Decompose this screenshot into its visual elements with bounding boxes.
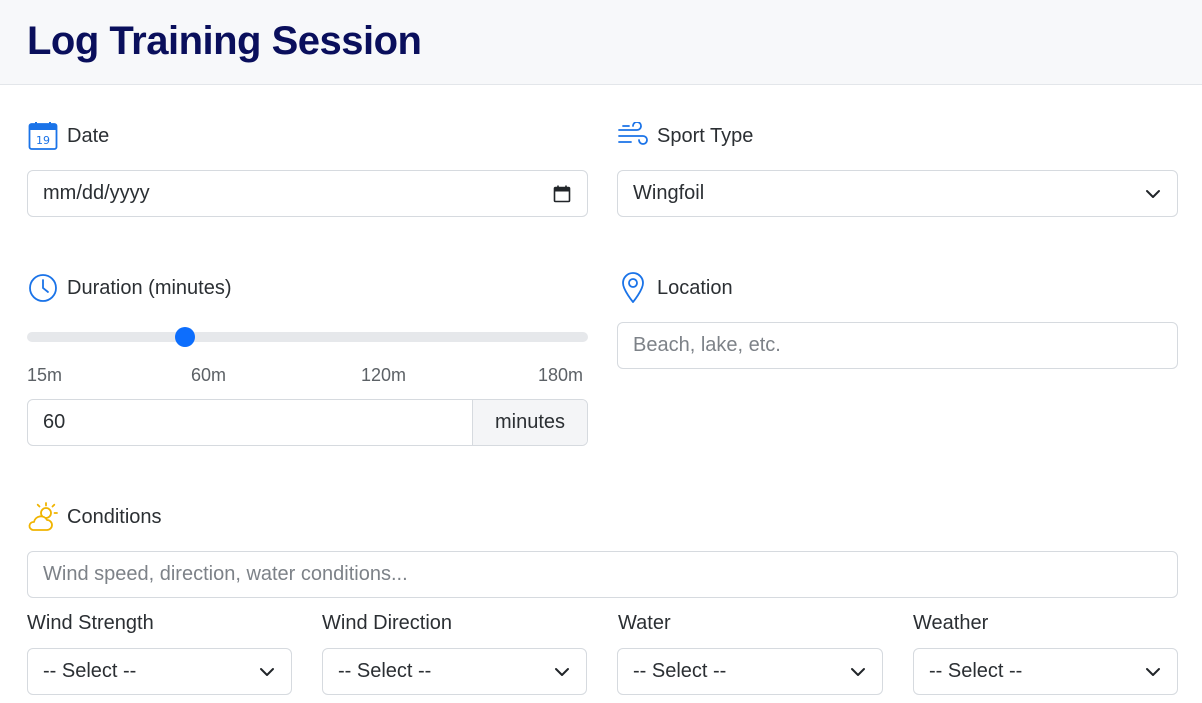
wind-direction-value: -- Select -- <box>338 660 432 682</box>
wind-strength-select[interactable]: -- Select -- <box>27 648 292 695</box>
water-select[interactable]: -- Select -- <box>617 648 883 695</box>
location-input[interactable]: Beach, lake, etc. <box>617 322 1178 369</box>
map-pin-icon <box>617 272 649 304</box>
page-header: Log Training Session <box>0 0 1202 85</box>
sport-label: Sport Type <box>657 124 754 147</box>
sport-type-value: Wingfoil <box>633 182 705 204</box>
date-input-value: mm/dd/yyyy <box>43 182 150 204</box>
date-label: Date <box>67 124 110 147</box>
chevron-down-icon <box>1145 189 1161 199</box>
conditions-label-row: Conditions <box>27 501 162 533</box>
conditions-placeholder: Wind speed, direction, water conditions.… <box>43 563 408 585</box>
duration-label-row: Duration (minutes) <box>27 272 232 304</box>
sun-cloud-icon <box>27 501 59 533</box>
chevron-down-icon <box>554 667 570 677</box>
chevron-down-icon <box>850 667 866 677</box>
wind-direction-select[interactable]: -- Select -- <box>322 648 587 695</box>
date-label-row: 19 Date <box>27 120 109 152</box>
tick-120m: 120m <box>361 365 407 385</box>
weather-label: Weather <box>913 612 989 634</box>
location-placeholder: Beach, lake, etc. <box>633 334 781 356</box>
duration-unit: minutes <box>472 400 587 445</box>
chevron-down-icon <box>1145 667 1161 677</box>
duration-input[interactable]: 60 <box>28 400 472 445</box>
chevron-down-icon <box>259 667 275 677</box>
duration-input-group: 60 minutes <box>27 399 588 446</box>
water-label: Water <box>618 612 671 634</box>
location-label: Location <box>657 276 733 299</box>
wind-strength-value: -- Select -- <box>43 660 137 682</box>
calendar-picker-icon[interactable] <box>553 185 571 203</box>
duration-slider[interactable] <box>27 327 588 347</box>
weather-value: -- Select -- <box>929 660 1023 682</box>
tick-180m: 180m <box>538 365 584 385</box>
weather-select[interactable]: -- Select -- <box>913 648 1178 695</box>
wind-icon <box>617 120 649 152</box>
svg-text:19: 19 <box>36 134 50 147</box>
duration-label: Duration (minutes) <box>67 276 232 299</box>
date-input[interactable]: mm/dd/yyyy <box>27 170 588 217</box>
conditions-input[interactable]: Wind speed, direction, water conditions.… <box>27 551 1178 598</box>
wind-strength-label: Wind Strength <box>27 612 154 634</box>
sport-type-select[interactable]: Wingfoil <box>617 170 1178 217</box>
calendar-icon: 19 <box>27 120 59 152</box>
location-label-row: Location <box>617 272 733 304</box>
clock-icon <box>27 272 59 304</box>
tick-15m: 15m <box>27 365 63 385</box>
water-value: -- Select -- <box>633 660 727 682</box>
duration-slider-thumb[interactable] <box>174 327 195 347</box>
wind-direction-label: Wind Direction <box>322 612 453 634</box>
page-title: Log Training Session <box>27 19 422 63</box>
conditions-label: Conditions <box>67 505 162 528</box>
tick-60m: 60m <box>191 365 227 385</box>
sport-label-row: Sport Type <box>617 120 753 152</box>
